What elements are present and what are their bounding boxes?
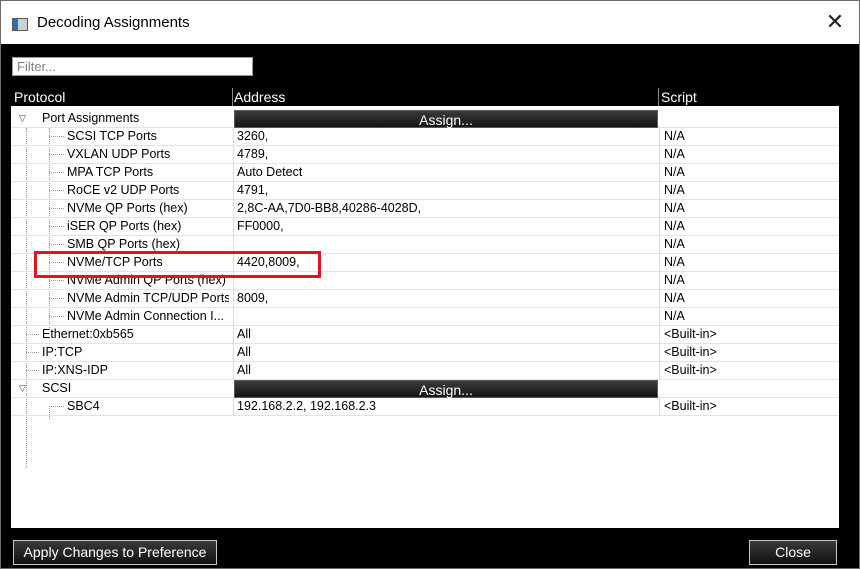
script-cell: N/A <box>664 165 685 179</box>
script-cell: N/A <box>664 201 685 215</box>
close-button[interactable]: Close <box>749 540 837 565</box>
protocol-cell: VXLAN UDP Ports <box>67 147 171 161</box>
address-cell[interactable]: 4789, <box>237 146 655 163</box>
script-cell: N/A <box>664 237 685 251</box>
table-row[interactable]: RoCE v2 UDP Ports 4791, N/A <box>11 182 839 200</box>
port-assignments-group-row[interactable]: ▽ Port Assignments Assign... <box>11 110 839 128</box>
script-cell: <Built-in> <box>664 345 717 359</box>
protocol-cell: MPA TCP Ports <box>67 165 154 179</box>
address-cell[interactable]: All <box>237 344 655 361</box>
protocol-cell: NVMe Admin Connection I... <box>67 309 225 323</box>
script-cell: N/A <box>664 219 685 233</box>
filter-input[interactable] <box>12 57 253 76</box>
group-label: Port Assignments <box>42 111 140 125</box>
table-row[interactable]: MPA TCP Ports Auto Detect N/A <box>11 164 839 182</box>
table-row[interactable]: VXLAN UDP Ports 4789, N/A <box>11 146 839 164</box>
address-cell[interactable] <box>237 308 655 325</box>
table-row[interactable]: Ethernet:0xb565 All <Built-in> <box>11 326 839 344</box>
window-title: Decoding Assignments <box>37 14 190 31</box>
table-row[interactable]: NVMe QP Ports (hex) 2,8C-AA,7D0-BB8,40286… <box>11 200 839 218</box>
protocol-cell: NVMe Admin TCP/UDP Ports <box>67 291 229 305</box>
address-cell[interactable]: All <box>237 362 655 379</box>
script-cell: N/A <box>664 291 685 305</box>
scsi-group-row[interactable]: ▽ SCSI Assign... <box>11 380 839 398</box>
script-cell: <Built-in> <box>664 363 717 377</box>
script-column-header[interactable]: Script <box>661 89 697 105</box>
table-row[interactable]: IP:XNS-IDP All <Built-in> <box>11 362 839 380</box>
port-assignments-assign-button[interactable]: Assign... <box>234 110 658 128</box>
protocol-cell: Ethernet:0xb565 <box>42 327 134 341</box>
protocol-cell: IP:XNS-IDP <box>42 363 108 377</box>
title-bar: Decoding Assignments ✕ <box>1 1 859 44</box>
table-row[interactable]: SCSI TCP Ports 3260, N/A <box>11 128 839 146</box>
protocol-cell: NVMe QP Ports (hex) <box>67 201 188 215</box>
group-label: SCSI <box>42 381 72 395</box>
script-cell: N/A <box>664 273 685 287</box>
address-cell[interactable]: All <box>237 326 655 343</box>
column-header: Protocol Address Script <box>11 88 839 106</box>
highlight-annotation <box>34 251 321 278</box>
table-row[interactable]: SBC4 192.168.2.2, 192.168.2.3 <Built-in> <box>11 398 839 416</box>
protocol-cell: RoCE v2 UDP Ports <box>67 183 180 197</box>
address-cell[interactable]: 3260, <box>237 128 655 145</box>
address-cell[interactable]: 4791, <box>237 182 655 199</box>
protocol-cell: SCSI TCP Ports <box>67 129 157 143</box>
script-cell: <Built-in> <box>664 327 717 341</box>
table-row[interactable]: NVMe Admin TCP/UDP Ports 8009, N/A <box>11 290 839 308</box>
protocol-column-header[interactable]: Protocol <box>14 89 65 105</box>
window-icon <box>12 18 28 31</box>
address-cell[interactable]: Auto Detect <box>237 164 655 181</box>
apply-changes-button[interactable]: Apply Changes to Preference <box>13 540 217 565</box>
triangle-down-icon[interactable]: ▽ <box>19 110 26 127</box>
script-cell: N/A <box>664 255 685 269</box>
script-cell: N/A <box>664 129 685 143</box>
close-icon[interactable]: ✕ <box>823 10 847 34</box>
table-row[interactable]: IP:TCP All <Built-in> <box>11 344 839 362</box>
script-cell: <Built-in> <box>664 399 717 413</box>
address-cell[interactable]: 2,8C-AA,7D0-BB8,40286-4028D, <box>237 200 655 217</box>
script-cell: N/A <box>664 309 685 323</box>
protocol-cell: iSER QP Ports (hex) <box>67 219 182 233</box>
decoding-assignments-dialog: Decoding Assignments ✕ Protocol Address … <box>0 0 860 569</box>
script-cell: N/A <box>664 147 685 161</box>
protocol-tree: Protocol Address Script ▽ Port Assignment… <box>11 88 839 528</box>
scsi-assign-button[interactable]: Assign... <box>234 380 658 398</box>
address-cell[interactable]: 192.168.2.2, 192.168.2.3 <box>237 398 655 415</box>
table-row[interactable]: NVMe Admin Connection I... N/A <box>11 308 839 326</box>
protocol-cell: SBC4 <box>67 399 100 413</box>
table-row[interactable]: iSER QP Ports (hex) FF0000, N/A <box>11 218 839 236</box>
triangle-down-icon[interactable]: ▽ <box>19 380 26 397</box>
script-cell: N/A <box>664 183 685 197</box>
address-column-header[interactable]: Address <box>234 89 285 105</box>
protocol-cell: IP:TCP <box>42 345 83 359</box>
address-cell[interactable]: 8009, <box>237 290 655 307</box>
address-cell[interactable]: FF0000, <box>237 218 655 235</box>
